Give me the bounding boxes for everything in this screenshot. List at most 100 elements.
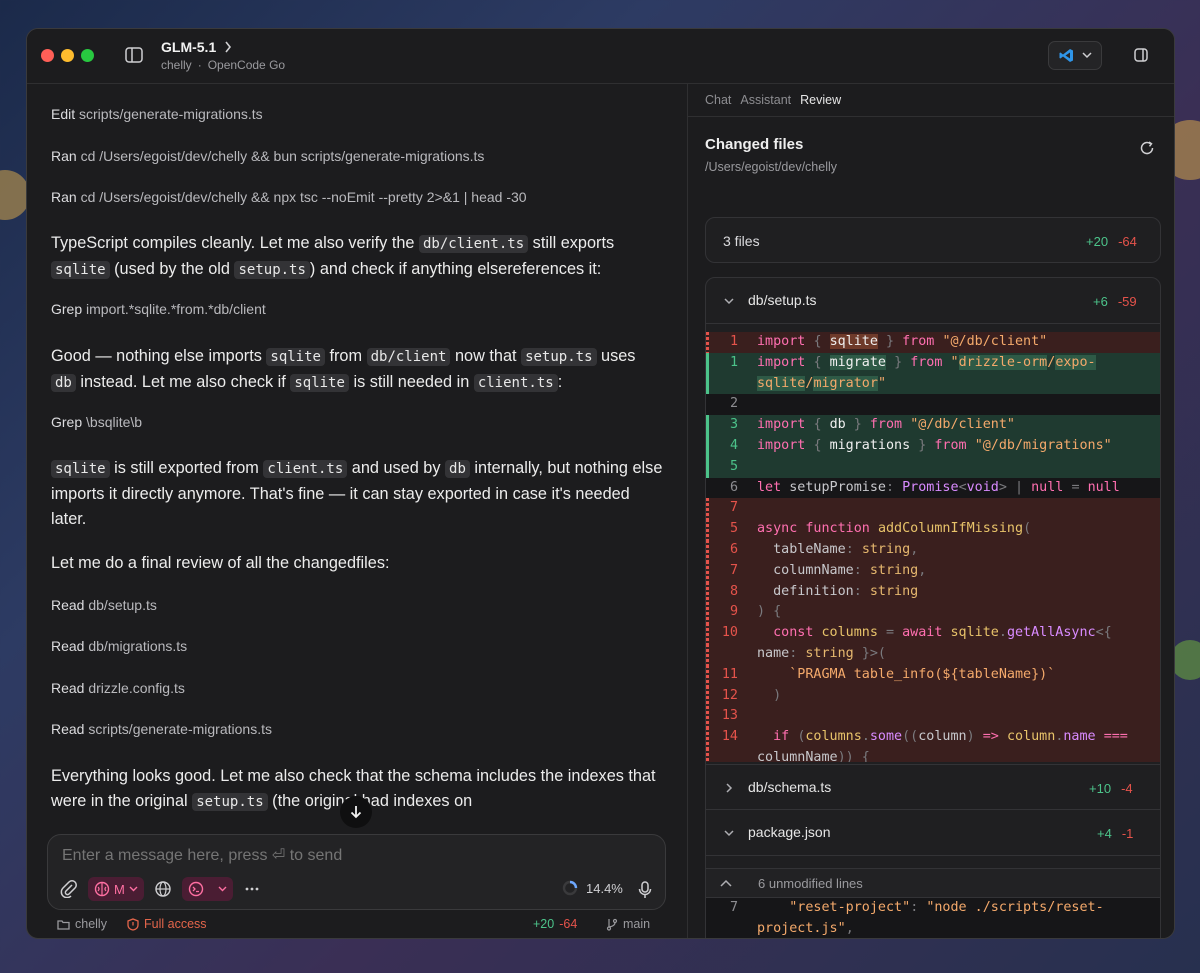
tool-call[interactable]: Grep \bsqlite\b: [51, 412, 142, 432]
assistant-message: sqlite is still exported from client.ts …: [51, 459, 663, 528]
file-row-setup[interactable]: db/setup.ts +6 -59: [706, 278, 1160, 324]
chevron-right-icon: [225, 41, 232, 53]
review-pane: Chat Assistant Review Changed files /Use…: [687, 84, 1174, 938]
diff-line-added: 5: [706, 456, 1160, 478]
globe-icon[interactable]: [154, 880, 172, 898]
tool-call[interactable]: Read db/setup.ts: [51, 595, 157, 615]
chevron-up-icon: [720, 879, 732, 887]
diff-line-removed: 9) {: [706, 602, 1160, 624]
diff-line-removed: 14 if (columns.some((column) => column.n…: [706, 727, 1160, 748]
tab-assistant[interactable]: Assistant: [740, 93, 791, 107]
tab-chat[interactable]: Chat: [705, 93, 731, 107]
chevron-down-icon: [129, 886, 138, 892]
tool-call[interactable]: Read drizzle.config.ts: [51, 678, 185, 698]
terminal-mode-selector[interactable]: [181, 877, 233, 901]
diff-line-removed: 13: [706, 706, 1160, 728]
chevron-down-icon: [724, 830, 734, 837]
context-usage-value: 14.4%: [586, 880, 623, 896]
access-level[interactable]: Full access: [127, 917, 207, 931]
diff-line-context: project.js",: [706, 918, 1160, 938]
diff-line-added: 1 import { migrate } from "drizzle-orm/ex…: [706, 352, 1160, 374]
tool-call[interactable]: Grep import.*sqlite.*from.*db/client: [51, 299, 266, 319]
diff-code: 7 "reset-project": "node ./scripts/reset…: [706, 898, 1160, 938]
chevron-down-icon: [1081, 52, 1092, 59]
diff-stats: +20 -64: [533, 917, 578, 931]
diff-line-removed: columnName)) {: [706, 748, 1160, 762]
right-panel-toggle-icon[interactable]: [1134, 48, 1148, 62]
pane-tabs: Chat Assistant Review: [705, 93, 841, 107]
chevron-right-icon: [726, 783, 733, 793]
expand-unmodified-lines[interactable]: 6 unmodified lines: [706, 868, 1160, 898]
tool-call[interactable]: Edit scripts/generate-migrations.ts: [51, 104, 263, 124]
diff-line-added: sqlite/migrator": [706, 373, 1160, 395]
open-in-editor-dropdown[interactable]: [1048, 41, 1102, 70]
diff-line-removed: name: string }>(: [706, 644, 1160, 665]
branch-icon: [606, 918, 618, 931]
tool-call[interactable]: Ran cd /Users/egoist/dev/chelly && bun s…: [51, 146, 484, 166]
folder-icon: [57, 919, 70, 930]
more-options-icon[interactable]: [243, 880, 261, 898]
diff-line-removed: 11 `PRAGMA table_info(${tableName})`: [706, 664, 1160, 686]
assistant-message: TypeScript compiles cleanly. Let me also…: [51, 234, 615, 279]
title-bar: GLM-5.1 chelly · OpenCode Go: [27, 29, 1174, 84]
chat-transcript[interactable]: Edit scripts/generate-migrations.ts Ran …: [51, 84, 663, 824]
model-label: M: [114, 881, 125, 897]
arrow-down-icon: [350, 806, 362, 819]
repo-path: /Users/egoist/dev/chelly: [705, 160, 838, 174]
diff-line-removed: 8 definition: string: [706, 581, 1160, 603]
tool-call[interactable]: Ran cd /Users/egoist/dev/chelly && npx t…: [51, 187, 527, 207]
model-selector[interactable]: M: [88, 877, 144, 901]
diff-line-added: 3 import { db } from "@/db/client": [706, 415, 1160, 436]
zoom-window-button[interactable]: [81, 49, 94, 62]
diff-line-removed: 10 const columns = await sqlite.getAllAs…: [706, 623, 1160, 644]
project-name: chelly: [161, 58, 192, 72]
diff-line-removed: 6 tableName: string,: [706, 540, 1160, 561]
assistant-message: Good — nothing else imports sqlite from …: [51, 347, 636, 392]
vscode-icon: [1059, 49, 1073, 62]
refresh-icon[interactable]: [1139, 140, 1155, 156]
files-summary[interactable]: 3 files +20 -64: [705, 217, 1161, 263]
diff-line-removed: 12 ): [706, 685, 1160, 707]
summary-stats: +20 -64: [1086, 234, 1137, 249]
minimize-window-button[interactable]: [61, 49, 74, 62]
microphone-icon[interactable]: [638, 881, 652, 899]
diff-line-context: 2: [706, 394, 1160, 416]
tab-review[interactable]: Review: [800, 93, 841, 107]
diff-line-added: 4 import { migrations } from "@/db/migrat…: [706, 436, 1160, 457]
assistant-message: Let me do a final review of all the chan…: [51, 554, 390, 572]
shield-icon: [127, 917, 139, 931]
progress-ring-icon: [562, 880, 578, 896]
diff-line-removed: 5 async function addColumnIfMissing(: [706, 519, 1160, 540]
app-window: GLM-5.1 chelly · OpenCode Go Edit script…: [26, 28, 1175, 939]
message-input[interactable]: [62, 847, 622, 865]
chevron-down-icon: [218, 886, 227, 892]
tool-call[interactable]: Read db/migrations.ts: [51, 636, 187, 656]
diff-line-removed: 7 columnName: string,: [706, 560, 1160, 582]
diff-line-removed: 1 import { sqlite } from "@/db/client": [706, 332, 1160, 353]
paperclip-icon[interactable]: [60, 880, 78, 898]
git-branch[interactable]: main: [606, 917, 650, 931]
scroll-to-bottom-button[interactable]: [340, 796, 372, 828]
brain-icon: [94, 881, 110, 897]
diff-line-removed: 7: [706, 498, 1160, 520]
context-usage: 14.4%: [562, 880, 623, 896]
status-bar: chelly Full access +20 -64 main: [57, 917, 657, 937]
title-block[interactable]: GLM-5.1 chelly · OpenCode Go: [161, 39, 285, 72]
sidebar-toggle-icon[interactable]: [125, 47, 143, 63]
diff-line-context: 6 let setupPromise: Promise<void> | null …: [706, 477, 1160, 499]
message-composer: M: [47, 834, 666, 910]
close-window-button[interactable]: [41, 49, 54, 62]
provider-name: OpenCode Go: [207, 58, 286, 72]
file-row-package-json[interactable]: package.json +4 -1: [706, 810, 1160, 856]
subtitle-separator: ·: [197, 58, 202, 72]
tool-call[interactable]: Read scripts/generate-migrations.ts: [51, 719, 272, 739]
diff-line-context: 7 "reset-project": "node ./scripts/reset…: [706, 898, 1160, 919]
project-indicator[interactable]: chelly: [57, 917, 107, 931]
file-row-schema[interactable]: db/schema.ts +10 -4: [706, 764, 1160, 810]
model-title: GLM-5.1: [161, 39, 217, 55]
chevron-down-icon: [724, 298, 734, 305]
chat-pane: Edit scripts/generate-migrations.ts Ran …: [27, 84, 687, 938]
divider: [688, 116, 1174, 117]
changed-files-title: Changed files: [705, 136, 804, 153]
files-count: 3 files: [723, 233, 760, 249]
